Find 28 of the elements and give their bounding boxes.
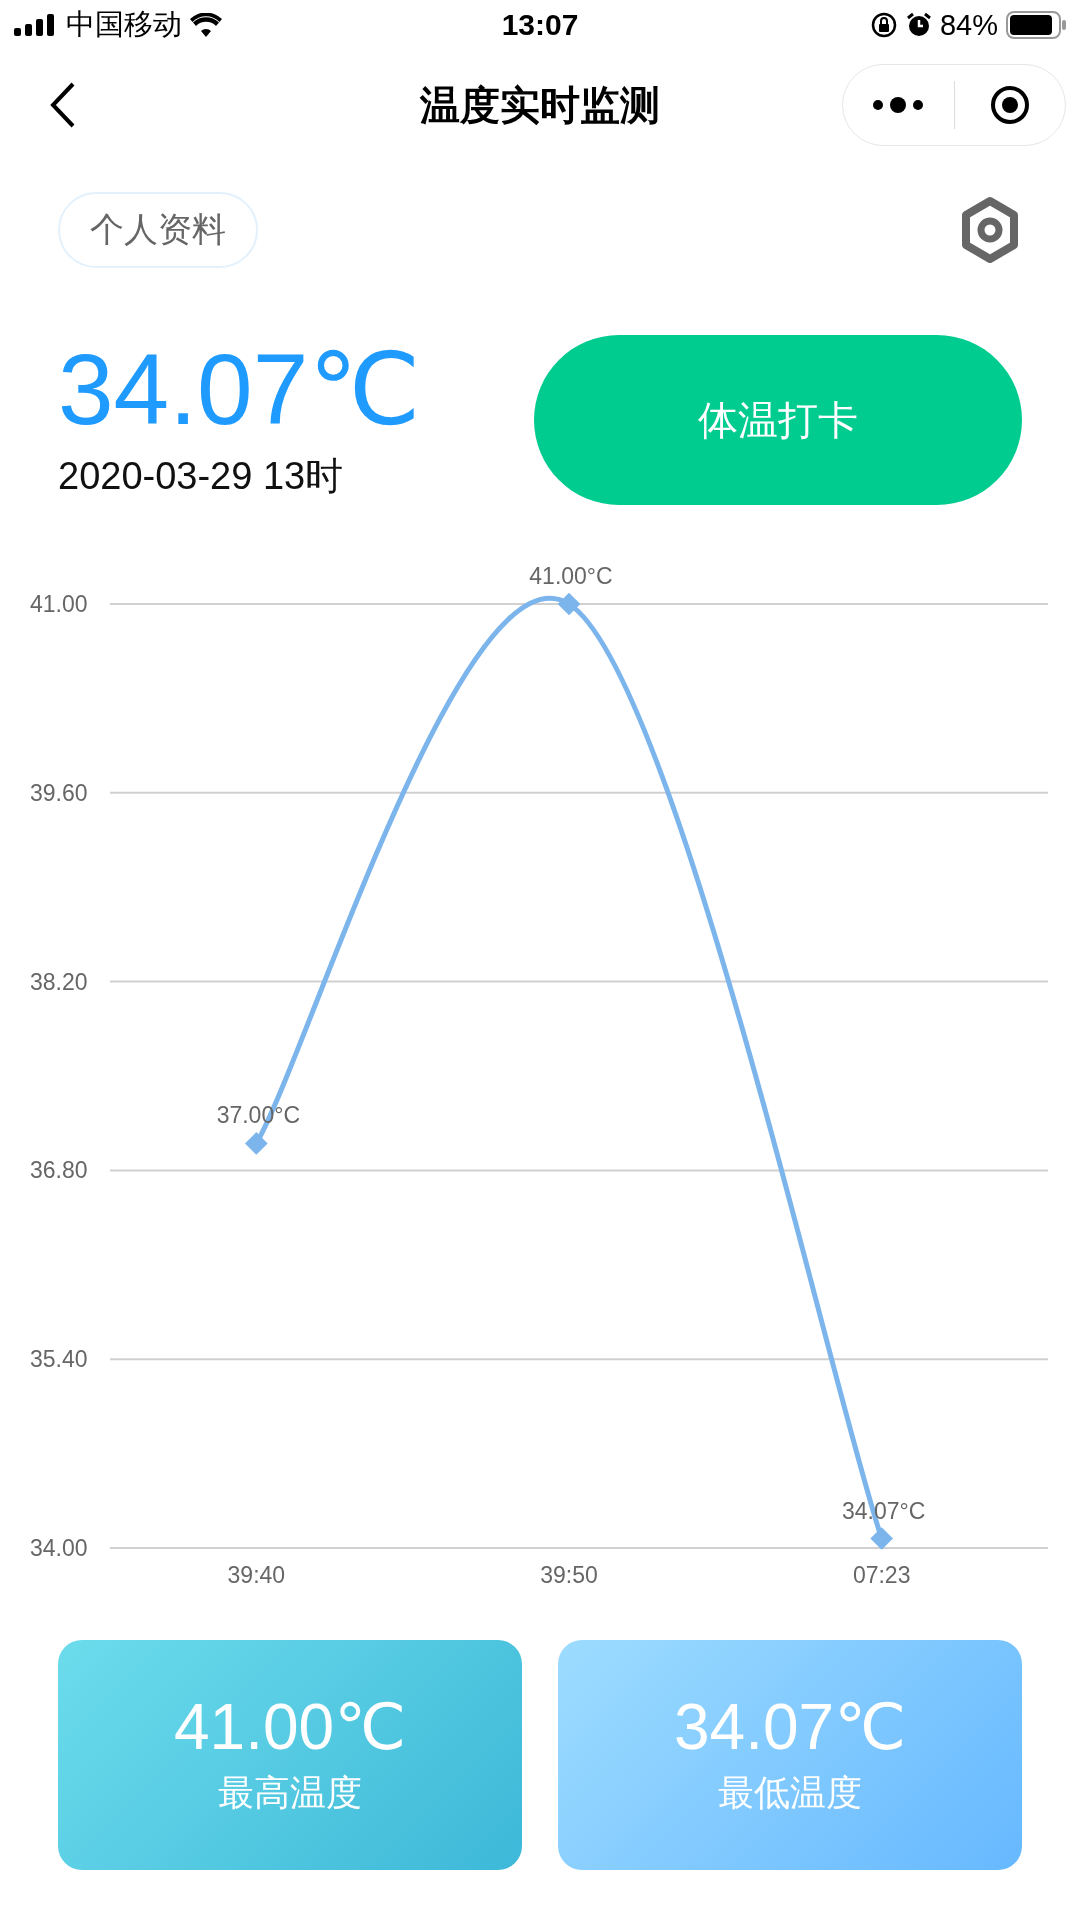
current-temperature: 34.07℃ (58, 338, 421, 439)
carrier-name: 中国移动 (66, 7, 182, 42)
y-axis-label: 41.00 (30, 591, 88, 617)
stat-label: 最高温度 (218, 1770, 362, 1815)
y-axis-label: 38.20 (30, 968, 88, 995)
y-axis-label: 36.80 (30, 1157, 88, 1184)
stat-label: 最低温度 (718, 1770, 862, 1815)
stat-value: 41.00℃ (174, 1692, 406, 1763)
alarm-icon (905, 12, 932, 38)
target-icon (989, 85, 1030, 125)
back-icon[interactable] (50, 82, 76, 128)
y-axis-label: 34.00 (30, 1535, 88, 1561)
x-axis-label: 39:40 (227, 1562, 286, 1588)
rotation-lock-icon (869, 11, 898, 39)
profile-button[interactable]: 个人资料 (58, 192, 258, 268)
page-title: 温度实时监测 (420, 81, 660, 129)
y-axis-label: 39.60 (30, 779, 88, 806)
battery-percent: 84% (939, 8, 998, 42)
battery-icon (1006, 11, 1066, 39)
stat-value: 34.07℃ (674, 1692, 906, 1763)
data-label: 41.00°C (529, 563, 613, 589)
more-icon (872, 97, 925, 113)
status-time: 13:07 (501, 8, 579, 42)
measure-time: 2020-03-29 13时 (58, 453, 345, 499)
y-axis-label: 35.40 (30, 1346, 88, 1373)
x-axis-label: 39:50 (540, 1562, 598, 1588)
x-axis-label: 07:23 (852, 1562, 911, 1588)
wifi-icon (190, 13, 222, 37)
